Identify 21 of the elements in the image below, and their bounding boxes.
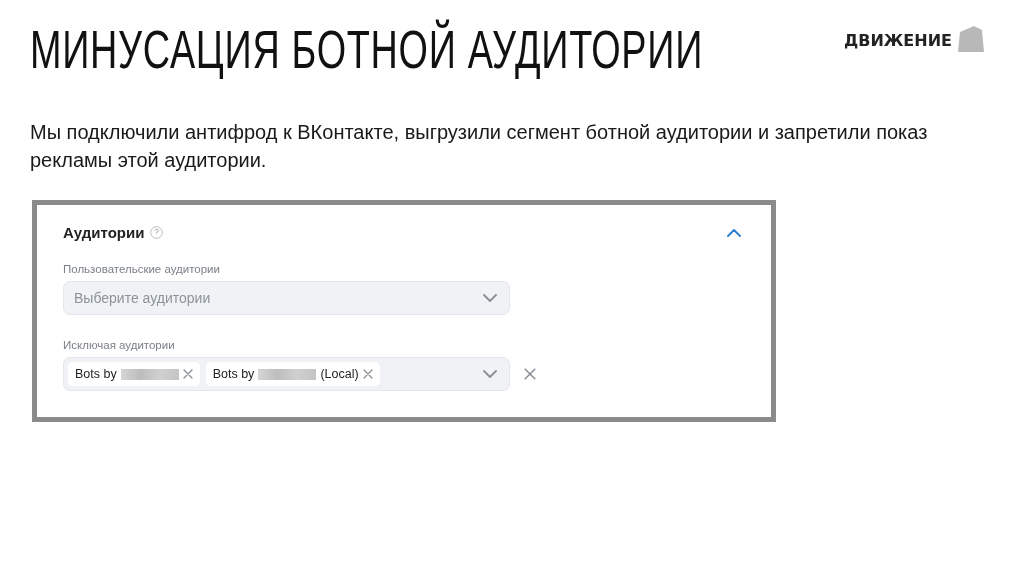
audience-select[interactable]: Bots by Bots by (Local) xyxy=(63,357,510,391)
redaction-mark xyxy=(120,368,179,380)
tag-label: Bots by xyxy=(212,367,255,381)
remove-icon[interactable] xyxy=(182,369,193,379)
logo-icon xyxy=(956,26,984,52)
clear-icon[interactable] xyxy=(524,368,536,380)
help-icon[interactable] xyxy=(150,225,164,239)
redaction-mark xyxy=(258,368,317,380)
select-placeholder: Выберите аудитории xyxy=(73,290,211,306)
field-label: Исключая аудитории xyxy=(63,339,176,351)
logo-text: ДВИЖЕНИЕ xyxy=(843,31,952,50)
dropdown-chevron-icon xyxy=(483,370,497,378)
collapse-chevron-icon xyxy=(727,229,741,237)
remove-icon[interactable] xyxy=(362,369,373,379)
dropdown-chevron-icon xyxy=(483,294,497,302)
slide-text: Мы подключили антифрод к ВКонтакте, выгрузили сегмент ботной аудитории и запретили показ рекламы этой аудитории. xyxy=(30,120,929,173)
panel-title: Аудитории xyxy=(63,223,145,241)
tag-suffix: (Local) xyxy=(320,367,359,381)
tag-label: Bots by xyxy=(75,367,117,381)
field-label: Пользовательские аудитории xyxy=(63,263,221,275)
slide-title: МИНУСАЦИЯ БОТНОЙ АУДИТОРИИ xyxy=(30,18,703,80)
